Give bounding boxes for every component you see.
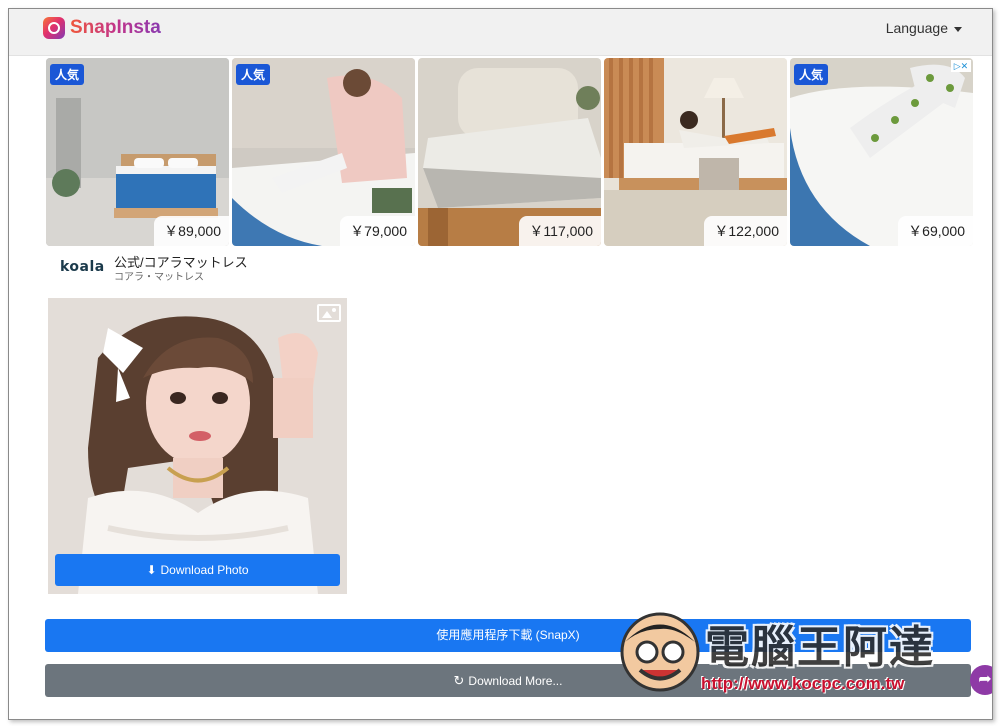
ad-brand-row[interactable]: koala 公式/コアラマットレス コアラ・マットレス: [46, 248, 972, 292]
refresh-icon: ↻: [453, 673, 465, 688]
browser-frame: SnapInsta Language 人気 ￥89,000 人気 ￥79,000…: [8, 8, 993, 720]
instagram-photo-card: ⬇ Download Photo: [48, 298, 347, 594]
download-more-label: Download More...: [468, 674, 563, 688]
download-photo-button[interactable]: ⬇ Download Photo: [55, 554, 340, 586]
ad-tile[interactable]: 人気 ￥89,000: [46, 58, 229, 246]
ad-price: ￥122,000: [704, 216, 787, 246]
image-icon: [317, 304, 341, 322]
download-more-button[interactable]: ↻ Download More...: [45, 664, 971, 697]
popular-badge: 人気: [236, 64, 271, 85]
ad-tile[interactable]: 人気 ￥79,000: [232, 58, 415, 246]
caret-down-icon: [954, 26, 962, 32]
popular-badge: 人気: [50, 64, 85, 85]
brand-name[interactable]: SnapInsta: [70, 17, 161, 39]
language-dropdown[interactable]: Language: [886, 20, 962, 36]
ad-price: ￥69,000: [898, 216, 973, 246]
ad-price: ￥89,000: [154, 216, 229, 246]
ad-tile[interactable]: ￥122,000: [604, 58, 787, 246]
popular-badge: 人気: [794, 64, 829, 85]
photo-preview: [48, 298, 347, 594]
download-photo-label: Download Photo: [160, 563, 249, 577]
ad-price: ￥117,000: [519, 216, 601, 246]
ad-price: ￥79,000: [340, 216, 415, 246]
ad-banner[interactable]: 人気 ￥89,000 人気 ￥79,000 ￥117,000 ￥122,000 …: [46, 58, 973, 246]
share-icon[interactable]: ➦: [970, 665, 992, 695]
download-icon: ⬇: [146, 563, 157, 577]
ad-tile[interactable]: 人気 ▷✕ ￥69,000: [790, 58, 973, 246]
app-download-button[interactable]: 使用應用程序下載 (SnapX): [45, 619, 971, 652]
ad-tile[interactable]: ￥117,000: [418, 58, 601, 246]
navbar: SnapInsta Language: [9, 9, 992, 56]
adchoices-icon[interactable]: ▷✕: [951, 60, 971, 72]
koala-logo: koala: [60, 259, 105, 275]
language-label: Language: [885, 20, 948, 36]
ad-subtitle: コアラ・マットレス: [114, 272, 204, 283]
app-download-label: 使用應用程序下載 (SnapX): [436, 628, 580, 642]
snapinsta-logo-icon[interactable]: [43, 17, 65, 39]
